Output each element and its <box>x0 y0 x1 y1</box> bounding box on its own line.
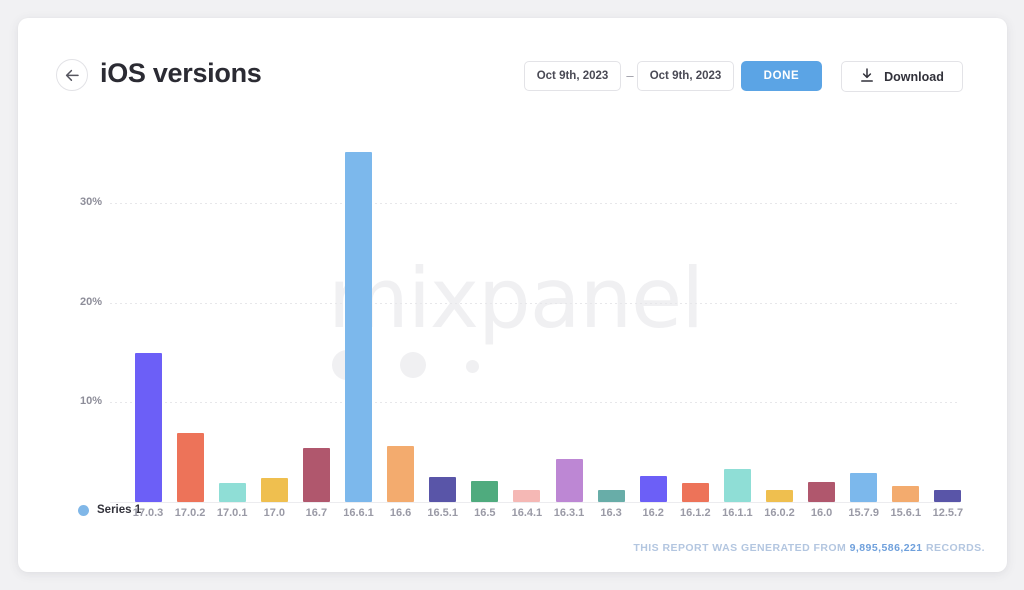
download-button-label: Download <box>884 69 944 84</box>
chart-bar[interactable] <box>429 477 457 502</box>
legend-swatch-icon <box>78 504 89 516</box>
chart-bar[interactable] <box>218 483 246 502</box>
chart-bar[interactable] <box>555 459 583 502</box>
done-button[interactable]: DONE <box>741 61 822 91</box>
chart-bar[interactable] <box>892 486 920 502</box>
download-icon <box>860 67 874 86</box>
chart-bar[interactable] <box>681 483 709 502</box>
chart-bar[interactable] <box>808 482 836 502</box>
chart-bar[interactable] <box>345 152 372 502</box>
back-button[interactable] <box>56 59 88 91</box>
chart-gridline <box>110 203 960 204</box>
date-range-end-input[interactable]: Oct 9th, 2023 <box>637 61 734 91</box>
chart-bar[interactable] <box>513 490 541 502</box>
records-count: 9,895,586,221 <box>849 542 923 554</box>
y-axis-tick-label: 20% <box>79 295 102 308</box>
bar-chart-plot: Series 1 THIS REPORT WAS GENERATED FROM … <box>18 110 1007 572</box>
chart-bar[interactable] <box>850 473 878 502</box>
chart-bar[interactable] <box>723 469 751 502</box>
y-axis-tick-label: 10% <box>79 395 102 408</box>
download-button[interactable]: Download <box>841 61 963 92</box>
report-card: iOS versions Oct 9th, 2023 – Oct 9th, 20… <box>18 18 1007 572</box>
chart-bar[interactable] <box>387 446 415 502</box>
records-note-suffix: RECORDS. <box>925 542 985 554</box>
chart-bar[interactable] <box>471 481 499 502</box>
y-axis-tick-label: 30% <box>79 196 102 208</box>
chart-area: mixpanel Series 1 THIS REPORT WAS GENERA… <box>18 110 1007 572</box>
records-note-prefix: THIS REPORT WAS GENERATED FROM <box>633 542 847 554</box>
page-title: iOS versions <box>100 58 262 88</box>
chart-gridline <box>110 402 960 404</box>
arrow-left-icon <box>65 69 80 82</box>
chart-bar[interactable] <box>639 476 667 502</box>
report-header: iOS versions Oct 9th, 2023 – Oct 9th, 20… <box>18 18 1007 110</box>
chart-bar[interactable] <box>766 490 793 502</box>
date-range-separator: – <box>626 68 634 83</box>
chart-bar[interactable] <box>597 490 625 502</box>
records-note: THIS REPORT WAS GENERATED FROM 9,895,586… <box>633 542 985 554</box>
chart-bar[interactable] <box>176 433 204 502</box>
chart-bar[interactable] <box>934 490 962 502</box>
chart-baseline <box>110 502 960 503</box>
chart-bar[interactable] <box>134 352 162 502</box>
chart-gridline <box>110 302 960 304</box>
x-axis-tick-label: 12.5.7 <box>932 507 964 519</box>
chart-bar[interactable] <box>260 478 288 502</box>
date-range-start-input[interactable]: Oct 9th, 2023 <box>524 61 621 91</box>
chart-bar[interactable] <box>302 448 330 502</box>
